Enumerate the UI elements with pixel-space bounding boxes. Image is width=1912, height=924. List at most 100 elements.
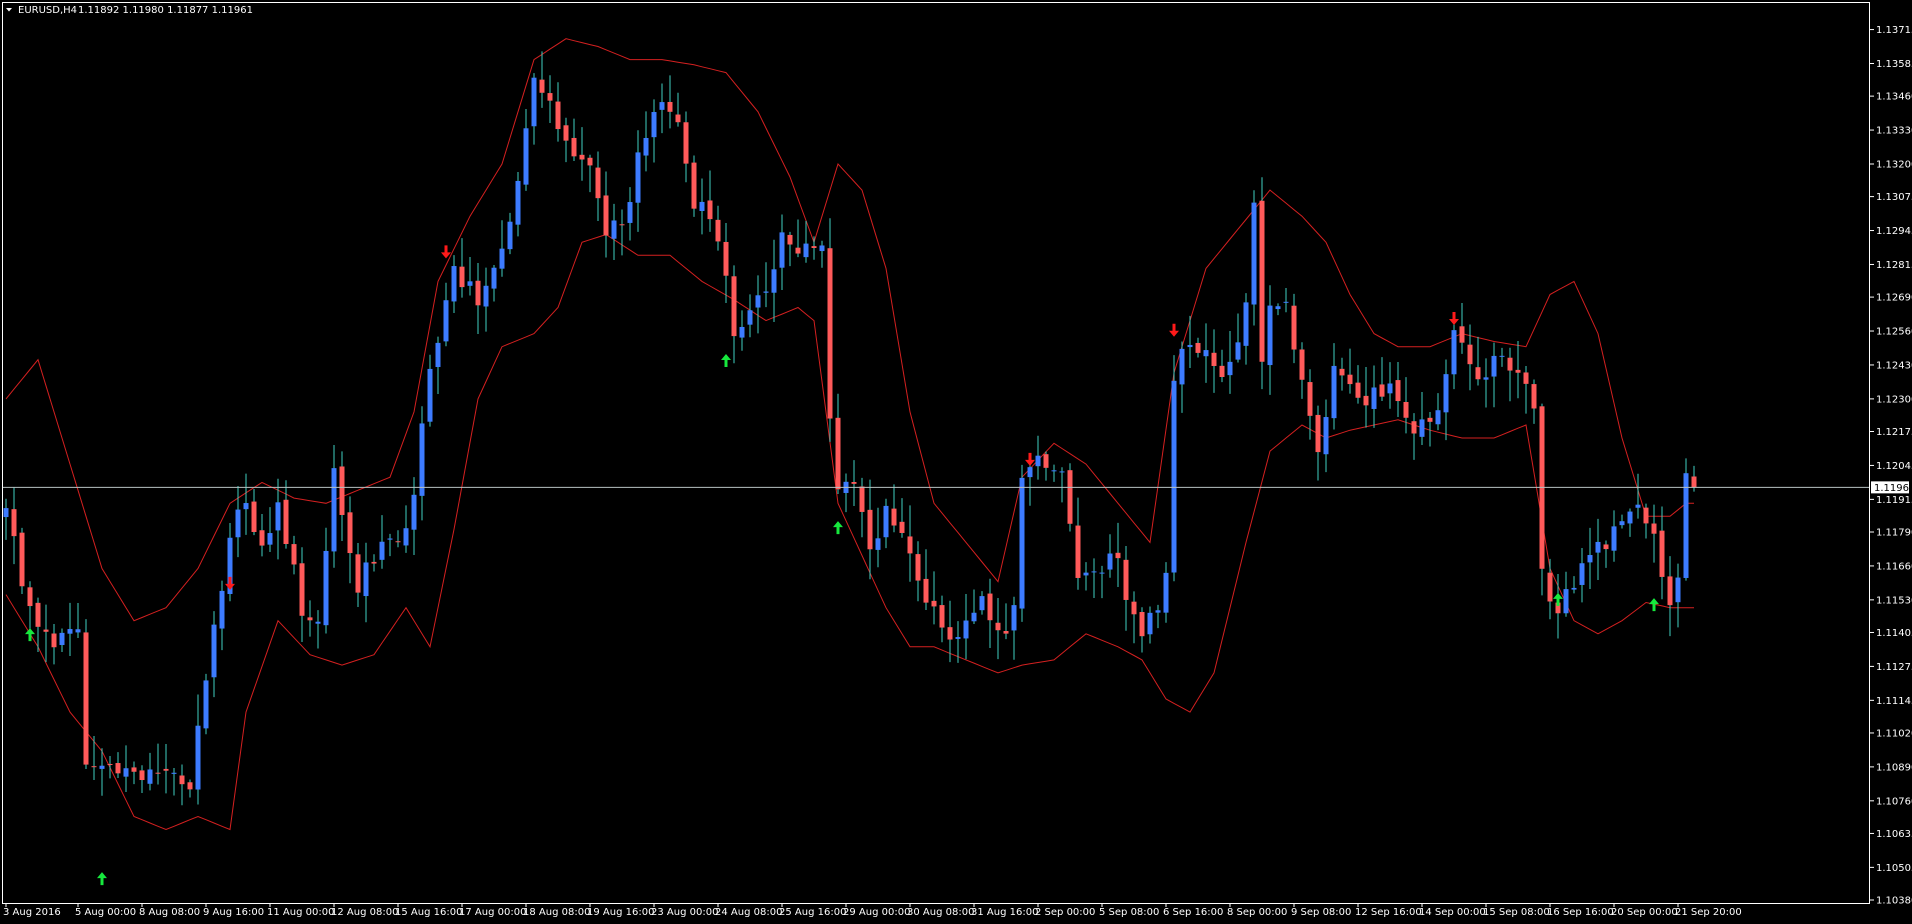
bear-candle-body	[1347, 374, 1353, 385]
bear-candle-body	[827, 248, 833, 419]
bull-candle-body	[1587, 555, 1593, 563]
bear-candle-body	[723, 241, 729, 276]
bear-candle-body	[667, 101, 673, 112]
price-tick-label: 1.11405	[1876, 628, 1912, 639]
bull-candle-body	[611, 220, 617, 239]
time-tick-label: 29 Aug 00:00	[843, 907, 910, 918]
bear-candle-body	[923, 578, 929, 603]
bull-candle-body	[747, 310, 753, 325]
bull-candle-body	[171, 772, 177, 774]
chart-header[interactable]: EURUSD,H4 1.11892 1.11980 1.11877 1.1196…	[6, 5, 253, 16]
bull-candle-body	[75, 629, 81, 633]
bear-candle-body	[1523, 372, 1529, 384]
bear-candle-body	[371, 561, 377, 564]
bear-candle-body	[859, 486, 865, 512]
time-tick-label: 6 Sep 16:00	[1163, 907, 1223, 918]
bear-candle-body	[1651, 523, 1657, 534]
bull-candle-body	[963, 620, 969, 639]
bull-candle-body	[275, 502, 281, 531]
bull-candle-body	[755, 295, 761, 308]
bull-candle-body	[1051, 470, 1057, 472]
bear-candle-body	[107, 763, 113, 765]
bear-candle-body	[1379, 384, 1385, 397]
bull-candle-body	[1059, 471, 1065, 473]
bear-candle-body	[707, 200, 713, 220]
price-tick-label: 1.11790	[1876, 527, 1912, 538]
bull-candle-body	[1371, 387, 1377, 409]
bear-candle-body	[915, 554, 921, 581]
bear-candle-body	[571, 137, 577, 157]
bull-candle-body	[1491, 355, 1497, 377]
bear-candle-body	[339, 466, 345, 515]
candle	[1067, 463, 1073, 532]
bull-candle-body	[739, 326, 745, 338]
bear-candle-body	[299, 563, 305, 616]
bear-candle-body	[715, 219, 721, 242]
bull-candle-body	[435, 342, 441, 368]
price-tick-label: 1.12175	[1876, 427, 1912, 438]
time-tick-label: 15 Aug 16:00	[395, 907, 462, 918]
price-chart[interactable]: 1.13715 1.13585 1.13460 1.13330 1.13200 1.130…	[0, 0, 1912, 924]
bear-candle-body	[619, 224, 625, 226]
bear-candle-body	[91, 766, 97, 768]
candle	[203, 673, 209, 735]
bull-candle-body	[1267, 305, 1273, 366]
bull-candle-body	[59, 632, 65, 646]
bear-candle-body	[787, 234, 793, 245]
time-tick-label: 25 Aug 16:00	[779, 907, 846, 918]
candle	[1539, 403, 1545, 596]
price-tick-label: 1.12690	[1876, 293, 1912, 304]
bear-candle-body	[1691, 476, 1697, 488]
bull-candle-body	[1035, 455, 1041, 467]
bear-candle-body	[1531, 384, 1537, 409]
bull-candle-body	[1203, 350, 1209, 357]
candle	[1171, 355, 1177, 582]
time-tick-label: 8 Sep 00:00	[1227, 907, 1287, 918]
bear-candle-body	[131, 767, 137, 772]
bear-candle-body	[891, 508, 897, 526]
price-tick-label: 1.12300	[1876, 394, 1912, 405]
symbol-label: EURUSD,H4	[18, 5, 77, 16]
bull-candle-body	[147, 769, 153, 784]
bear-candle-body	[835, 417, 841, 490]
price-tick-label: 1.11915	[1876, 495, 1912, 506]
bear-candle-body	[1307, 382, 1313, 416]
bull-candle-body	[387, 538, 393, 540]
price-tick-label: 1.13075	[1876, 192, 1912, 203]
bear-candle-body	[187, 782, 193, 790]
bear-candle-body	[539, 79, 545, 93]
bear-candle-body	[547, 93, 553, 101]
bear-candle-body	[1667, 576, 1673, 606]
bull-candle-body	[1435, 410, 1441, 425]
bear-candle-body	[155, 772, 161, 774]
time-tick-label: 30 Aug 08:00	[907, 907, 974, 918]
price-tick-label: 1.10380	[1876, 896, 1912, 907]
bull-candle-body	[219, 590, 225, 629]
price-tick-label: 1.11275	[1876, 662, 1912, 673]
time-tick-label: 21 Sep 20:00	[1675, 907, 1742, 918]
bear-candle-body	[1411, 421, 1417, 434]
bear-candle-body	[1003, 631, 1009, 634]
bull-candle-body	[1683, 473, 1689, 578]
bull-candle-body	[1635, 504, 1641, 508]
bull-candle-body	[1179, 348, 1185, 385]
time-tick-label: 24 Aug 08:00	[715, 907, 782, 918]
bull-candle-body	[235, 509, 241, 538]
bull-candle-body	[1187, 344, 1193, 348]
bull-candle-body	[1563, 589, 1569, 614]
bull-candle-body	[499, 248, 505, 269]
bull-candle-body	[955, 637, 961, 639]
bear-candle-body	[1067, 470, 1073, 524]
bear-candle-body	[43, 629, 49, 632]
bear-candle-body	[987, 593, 993, 621]
bear-candle-body	[1043, 454, 1049, 468]
price-tick-label: 1.11530	[1876, 595, 1912, 606]
bull-candle-body	[1011, 605, 1017, 631]
bull-candle-body	[627, 202, 633, 223]
price-tick-label: 1.11020	[1876, 728, 1912, 739]
bull-candle-body	[1483, 377, 1489, 380]
bull-candle-body	[379, 541, 385, 560]
bull-candle-body	[699, 201, 705, 212]
bull-candle-body	[1099, 572, 1105, 574]
bear-candle-body	[931, 600, 937, 607]
